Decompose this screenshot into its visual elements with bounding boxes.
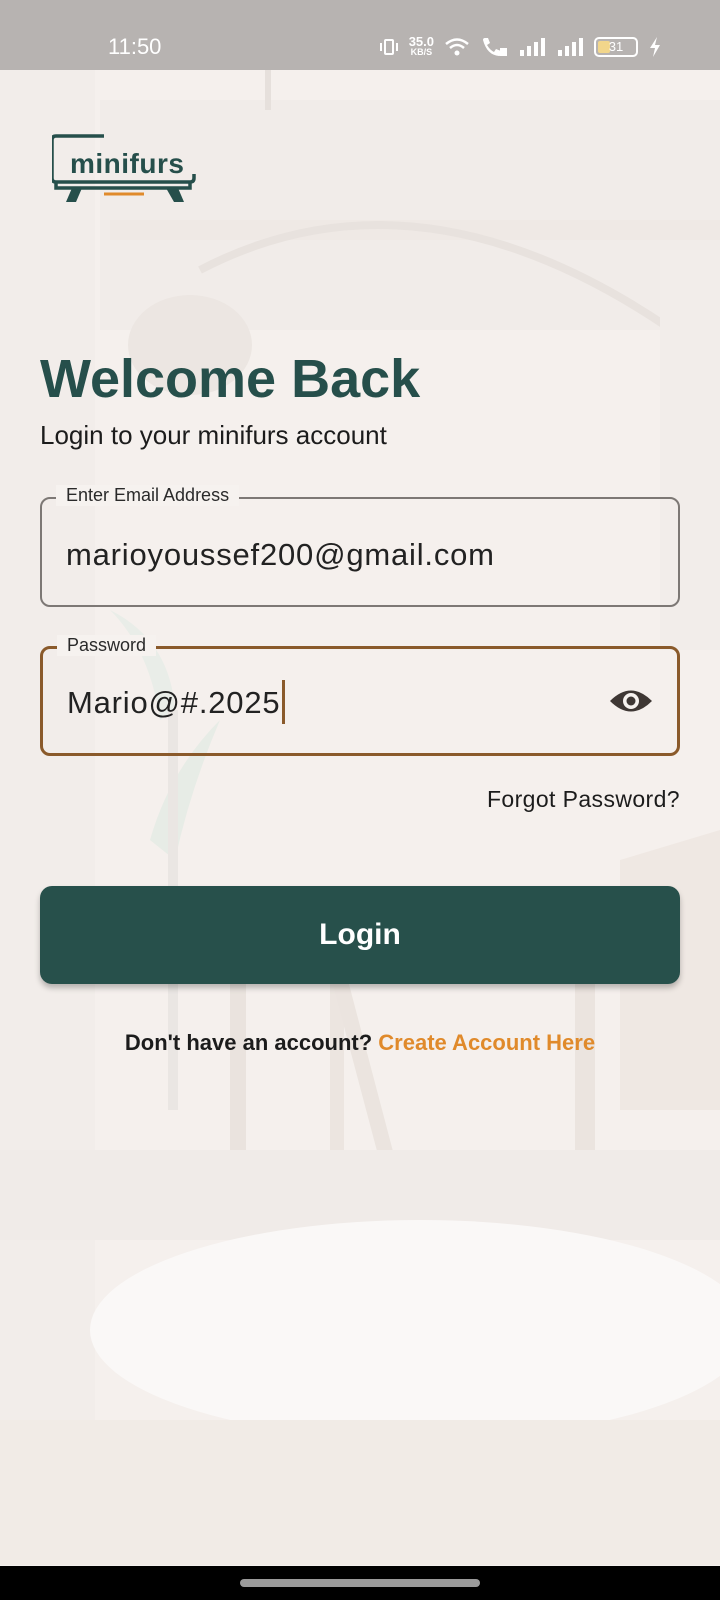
- net-speed: 35.0 KB/S: [408, 34, 434, 58]
- signal-icon: [520, 38, 545, 56]
- page-title: Welcome Back: [40, 349, 421, 409]
- vibrate-icon: [379, 39, 398, 55]
- password-field-label: Password: [57, 635, 157, 656]
- signal-icon: [558, 38, 583, 56]
- password-visibility-toggle[interactable]: [607, 683, 655, 719]
- text-cursor: [282, 679, 286, 724]
- charging-icon: [650, 37, 660, 57]
- net-speed-unit: KB/S: [410, 47, 433, 57]
- signup-prompt: Don't have an account? Create Account He…: [0, 1030, 720, 1056]
- page-subtitle: Login to your minifurs account: [40, 420, 387, 450]
- status-bar: 11:50 35.0 KB/S 31: [0, 0, 720, 70]
- battery-icon: 31: [594, 37, 638, 57]
- logo-text: minifurs: [70, 148, 185, 179]
- forgot-password-link[interactable]: Forgot Password?: [487, 786, 680, 813]
- login-button-label: Login: [319, 918, 401, 951]
- status-time: 11:50: [108, 34, 162, 59]
- eye-icon: [610, 690, 652, 712]
- password-input-value[interactable]: Mario@#.2025: [67, 679, 286, 724]
- brand-logo: minifurs: [52, 134, 200, 208]
- battery-level: 31: [608, 39, 624, 54]
- email-field-label: Enter Email Address: [56, 485, 240, 506]
- wifi-call-icon: [483, 38, 507, 56]
- create-account-link[interactable]: Create Account Here: [378, 1030, 595, 1055]
- signup-question: Don't have an account?: [124, 1030, 373, 1055]
- password-field[interactable]: Password Mario@#.2025: [40, 635, 680, 756]
- password-text: Mario@#.2025: [67, 685, 281, 720]
- email-field[interactable]: Enter Email Address marioyoussef200@gmai…: [40, 485, 680, 607]
- wifi-icon: [445, 38, 469, 56]
- net-speed-value: 35.0: [408, 34, 434, 49]
- status-icons: 35.0 KB/S 31: [379, 34, 662, 58]
- login-screen: 11:50 35.0 KB/S 31 minifurs Welcome Back…: [0, 0, 720, 1600]
- background-image: [0, 70, 720, 1565]
- home-gesture-handle[interactable]: [240, 1579, 480, 1587]
- email-input-value[interactable]: marioyoussef200@gmail.com: [66, 537, 495, 573]
- system-nav-bar: [0, 1566, 720, 1600]
- login-button[interactable]: Login: [40, 886, 680, 984]
